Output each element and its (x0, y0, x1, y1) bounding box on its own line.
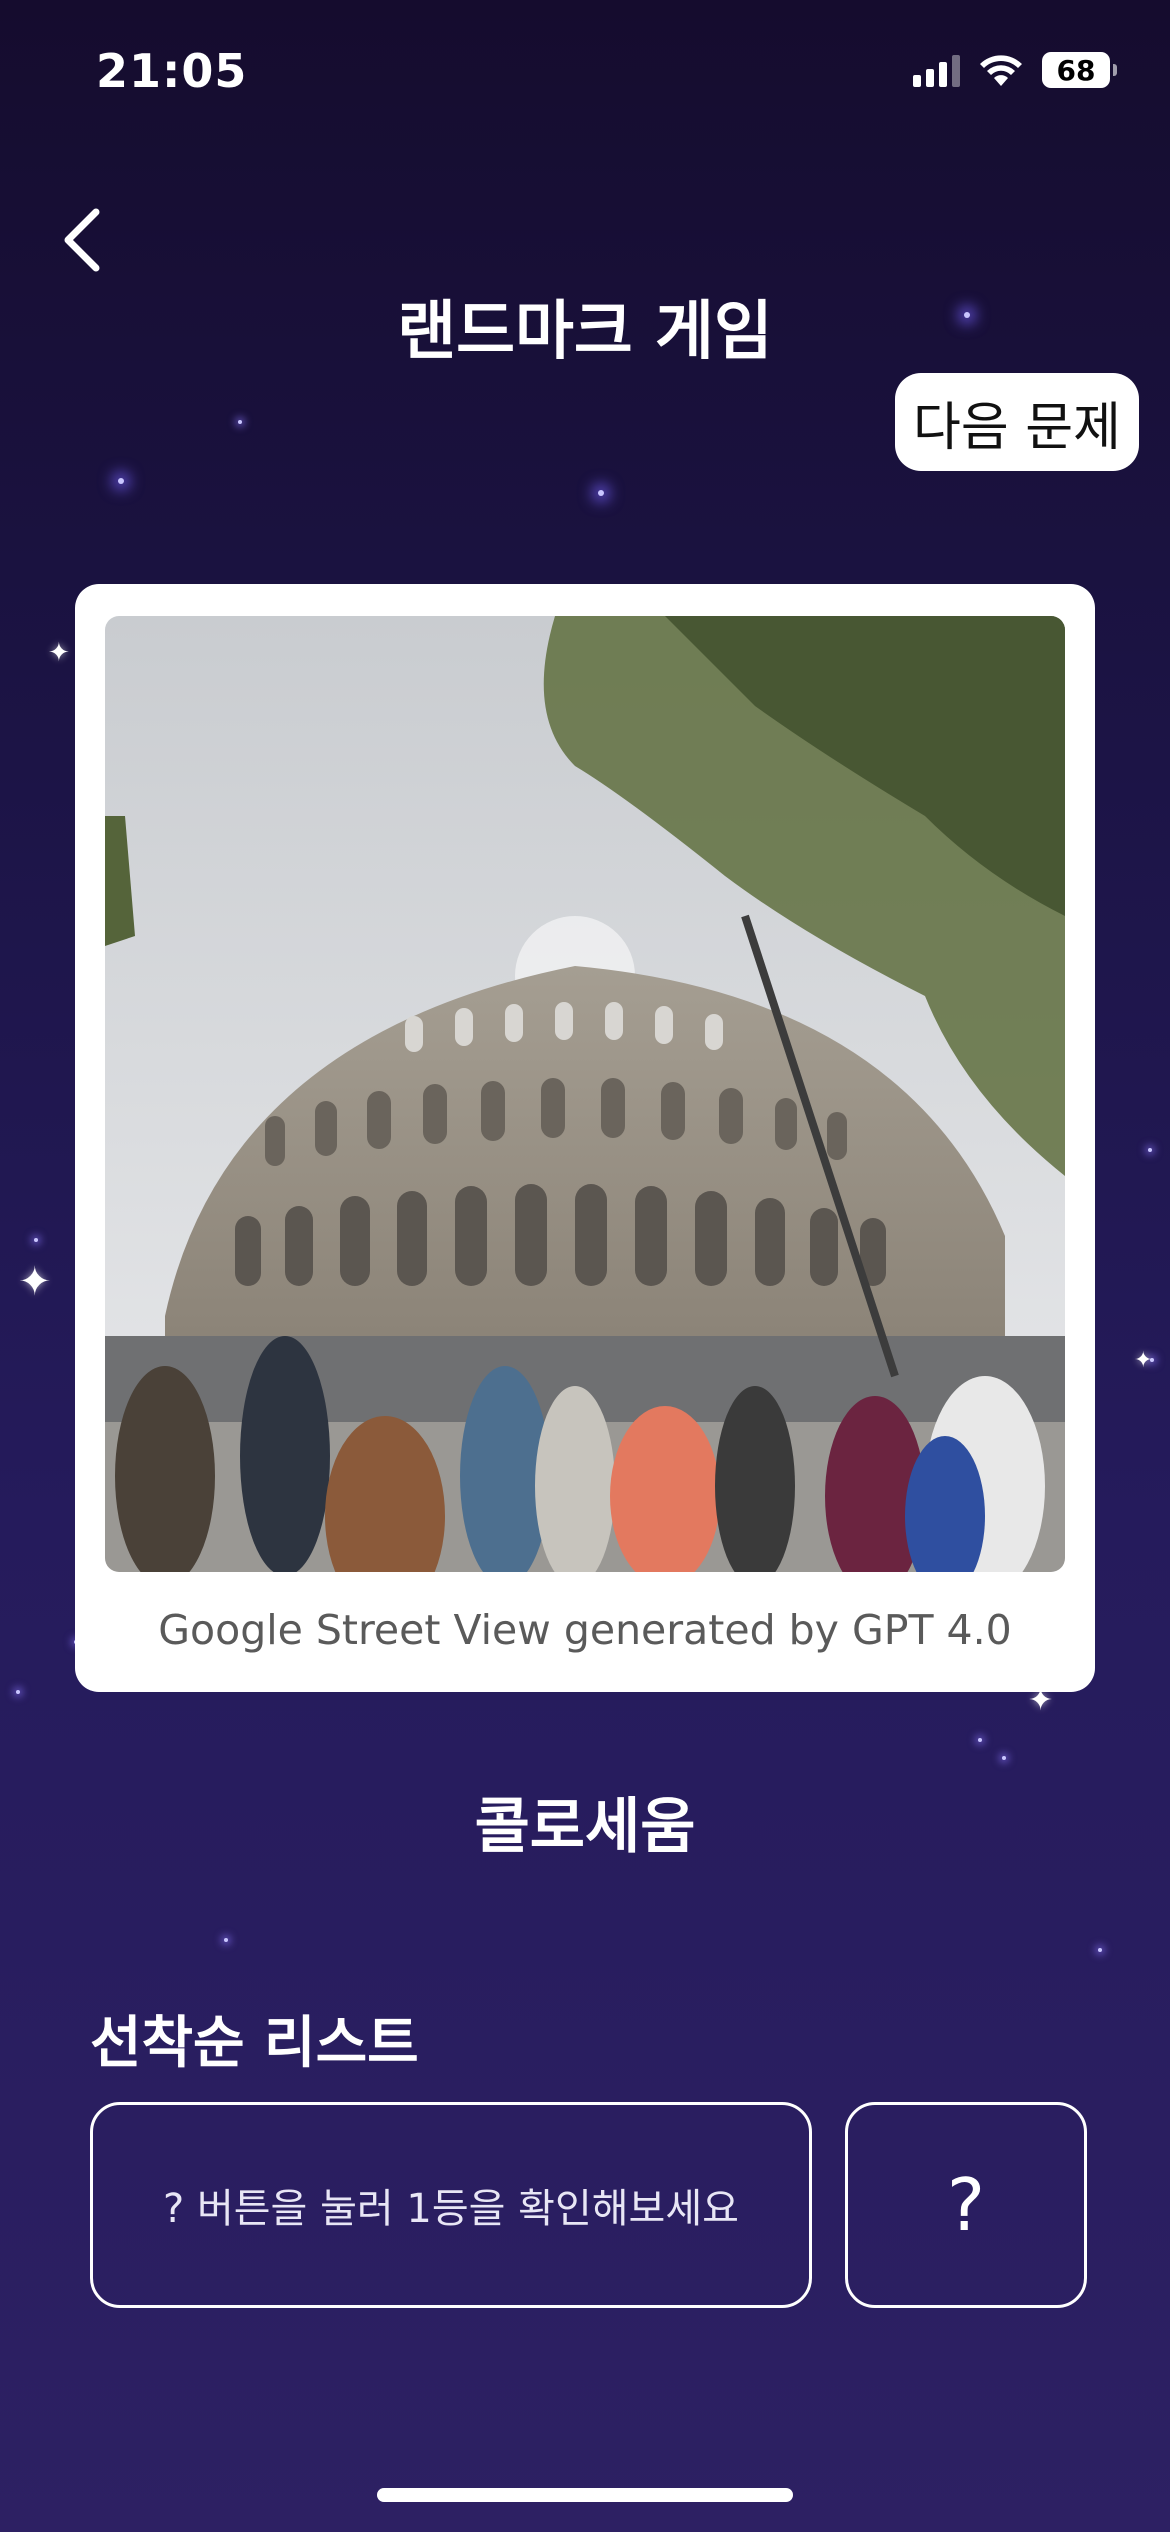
page-title: 랜드마크 게임 (397, 295, 773, 369)
landmark-image-card: Google Street View generated by GPT 4.0 (75, 584, 1095, 1692)
back-button[interactable] (52, 200, 112, 280)
leaderboard-hint-box: ? 버튼을 눌러 1등을 확인해보세요 (90, 2102, 812, 2308)
status-bar: 21:05 68 (0, 0, 1170, 150)
leaderboard-hint-text: ? 버튼을 눌러 1등을 확인해보세요 (163, 2186, 739, 2232)
home-indicator[interactable] (377, 2488, 793, 2502)
answer-text: 콜로세움 (474, 1792, 696, 1862)
status-time: 21:05 (96, 44, 248, 98)
landmark-photo (105, 616, 1065, 1572)
next-question-button[interactable]: 다음 문제 (895, 373, 1139, 471)
image-caption: Google Street View generated by GPT 4.0 (158, 1606, 1012, 1654)
wifi-icon (980, 55, 1022, 86)
leaderboard-title: 선착순 리스트 (90, 2011, 419, 2076)
battery-level: 68 (1056, 53, 1096, 87)
cellular-signal-icon (913, 53, 960, 87)
battery-icon: 68 (1042, 52, 1117, 88)
status-icons: 68 (913, 52, 1117, 88)
reveal-winner-button[interactable]: ? (845, 2102, 1087, 2308)
chevron-left-icon (64, 208, 100, 272)
